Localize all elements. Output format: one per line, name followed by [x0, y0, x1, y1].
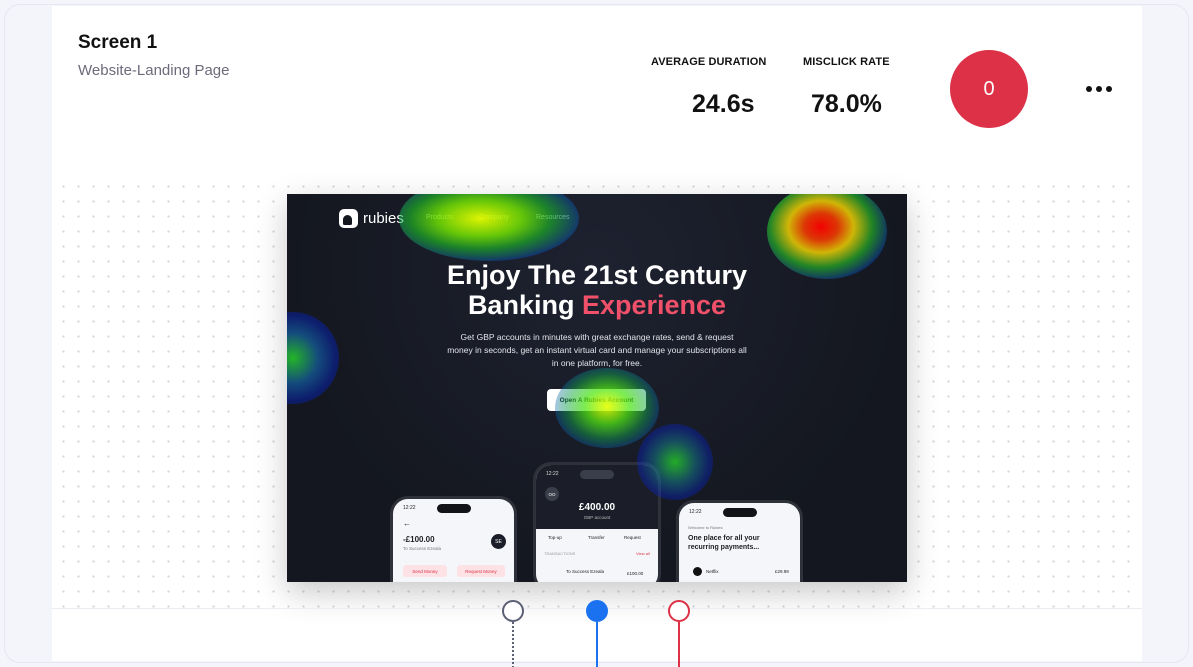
phone-headline: One place for all your recurring payment…: [688, 535, 760, 551]
phone-transfer: Transfer: [588, 535, 605, 540]
phone-time: 12:22: [546, 471, 559, 477]
phone-view-all: View all: [636, 551, 650, 556]
preview-headline-accent: Experience: [581, 290, 727, 320]
preview-phone-left: 12:22 ← -£100.00 To Success Ezeala SE Se…: [390, 496, 517, 582]
misclick-rate-value: 78.0%: [811, 90, 882, 118]
phone-welcome: Welcome to Rubies: [688, 525, 723, 530]
preview-nav-resources: Resources: [536, 214, 570, 221]
misclick-count-badge: 0: [950, 50, 1028, 128]
phone-price: £29.99: [775, 569, 789, 574]
average-duration-value: 24.6s: [692, 90, 755, 118]
phone-avatar: SE: [491, 534, 506, 549]
screen-preview[interactable]: rubies Products Company Resources Enjoy …: [287, 194, 907, 582]
average-duration-label: AVERAGE DURATION: [651, 56, 767, 68]
phone-notch: [722, 508, 757, 517]
phone-tx-amount: £100.00: [627, 571, 644, 576]
preview-nav-company: Company: [479, 214, 509, 221]
phone-time: 12:22: [689, 509, 702, 515]
phone-notch: [580, 470, 614, 479]
preview-nav-products: Products: [426, 214, 454, 221]
phone-account: GBP account: [583, 515, 611, 520]
timeline-line-3: [678, 622, 680, 667]
netflix-logo-icon: [693, 567, 702, 576]
preview-headline-line2: Banking Experience: [287, 290, 907, 321]
timeline-line-2: [596, 622, 598, 667]
preview-logo-text: rubies: [363, 210, 404, 227]
screen-title: Screen 1: [78, 32, 158, 53]
back-arrow-icon: ←: [403, 519, 411, 528]
preview-headline-line1: Enjoy The 21st Century: [446, 260, 748, 290]
preview-headline-word: Banking: [467, 290, 575, 320]
heat-spot-left-edge: [287, 312, 339, 404]
phone-request-money: Request Money: [457, 565, 505, 577]
phone-request: Request: [624, 535, 641, 540]
preview-phone-right: 12:22 Welcome to Rubies One place for al…: [676, 500, 803, 582]
timeline-line-1: [512, 622, 514, 667]
screen-card: Screen 1 Website-Landing Page AVERAGE DU…: [52, 6, 1142, 667]
phone-amount: -£100.00: [403, 535, 435, 544]
timeline-marker-2[interactable]: [586, 600, 608, 622]
phone-time: 12:22: [403, 505, 416, 511]
misclick-rate-label: MISCLICK RATE: [803, 56, 890, 68]
phone-balance: £400.00: [578, 502, 616, 513]
screen-subtitle: Website-Landing Page: [78, 62, 230, 79]
phone-tx-name: To Success Ezeala: [566, 569, 605, 574]
phone-merchant: Netflix: [706, 569, 719, 574]
phone-topup: Top-up: [548, 535, 562, 540]
phone-avatar: OO: [545, 487, 559, 501]
preview-cta-button: Open A Rubies Account: [547, 389, 646, 411]
phone-send-money: Send Money: [403, 565, 447, 577]
heat-spot-nav: [399, 194, 579, 261]
phone-transactions-label: TRANSACTIONS: [544, 551, 576, 556]
phone-recipient: To Success Ezeala: [403, 546, 442, 551]
more-horizontal-icon[interactable]: [1082, 78, 1116, 100]
phone-notch: [436, 504, 471, 513]
preview-description: Get GBP accounts in minutes with great e…: [447, 332, 747, 368]
timeline-marker-1[interactable]: [502, 600, 524, 622]
timeline-marker-3[interactable]: [668, 600, 690, 622]
rubies-logo-icon: [339, 209, 358, 228]
preview-phone-center: 12:22 OO £400.00 GBP account Top-up Tran…: [533, 462, 661, 582]
